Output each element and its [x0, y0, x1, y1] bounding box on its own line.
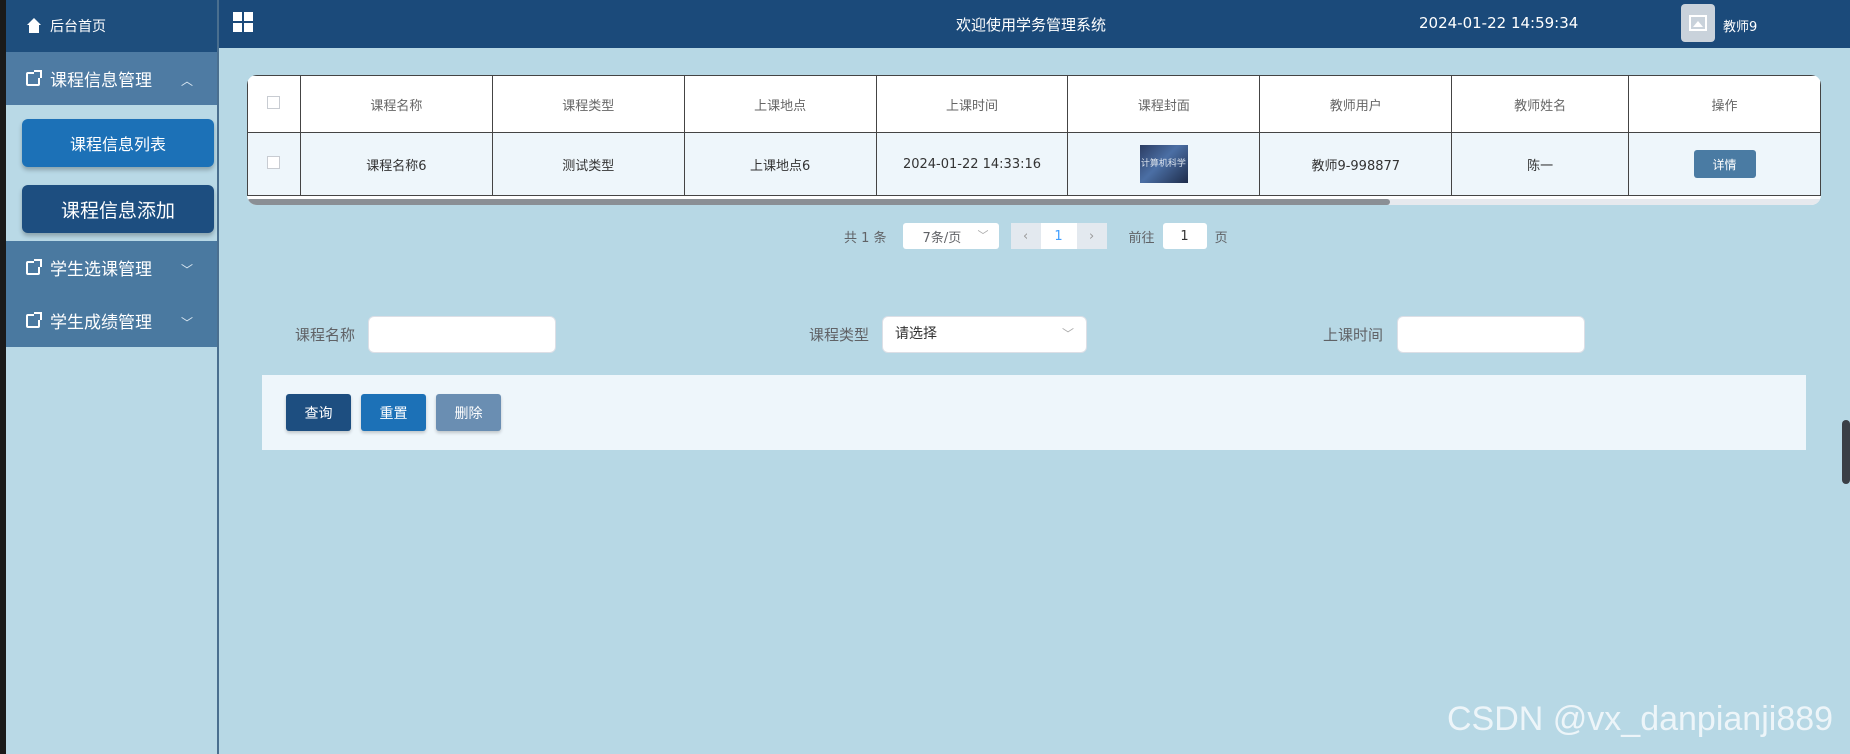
column-header: 操作 — [1628, 75, 1821, 133]
goto-label: 前往 — [1128, 230, 1155, 246]
course-table: 课程名称 课程类型 上课地点 上课时间 课程封面 教师用户 教师姓名 操作 课程… — [247, 75, 1821, 205]
sidebar: 后台首页 课程信息管理 ︿ 课程信息列表 课程信息添加 学生选课管理 ﹀ 学生成… — [6, 0, 219, 754]
delete-button[interactable]: 删除 — [436, 394, 501, 431]
pagination: 共 1 条 7条/页 ﹀ ‹ 1 › 前往 1 页 — [844, 223, 1228, 249]
page-unit-label: 页 — [1214, 230, 1228, 246]
external-link-icon — [26, 311, 42, 328]
home-icon — [26, 18, 42, 34]
table-row: 课程名称6 测试类型 上课地点6 2024-01-22 14:33:16 计算机… — [247, 132, 1821, 196]
prev-page-button[interactable]: ‹ — [1010, 223, 1041, 249]
page-size-value: 7条/页 — [922, 230, 962, 246]
class-time-input[interactable] — [1397, 316, 1585, 353]
sidebar-group-label: 课程信息管理 — [50, 71, 152, 91]
user-name[interactable]: 教师9 — [1723, 16, 1757, 35]
select-all-checkbox[interactable] — [267, 95, 281, 109]
image-placeholder-icon — [1689, 15, 1707, 31]
sidebar-group-label: 学生选课管理 — [50, 260, 152, 280]
scrollbar-thumb[interactable] — [247, 199, 1390, 205]
pagination-total: 共 1 条 — [844, 230, 887, 246]
sidebar-group-course-selection[interactable]: 学生选课管理 ﹀ — [6, 241, 217, 294]
external-link-icon — [26, 69, 42, 86]
column-header: 课程封面 — [1067, 75, 1261, 133]
cell-teacher-user: 教师9-998877 — [1259, 132, 1453, 196]
chevron-down-icon: ﹀ — [180, 263, 193, 277]
select-all-cell[interactable] — [247, 75, 301, 133]
course-type-select[interactable]: 请选择 ﹀ — [882, 316, 1087, 353]
class-time-label: 上课时间 — [1323, 326, 1384, 344]
course-type-placeholder: 请选择 — [895, 326, 937, 342]
watermark: CSDN @vx_danpianji889 — [1447, 700, 1834, 738]
course-type-label: 课程类型 — [809, 326, 870, 344]
external-link-icon — [26, 258, 42, 275]
chevron-down-icon: ﹀ — [977, 229, 989, 242]
chevron-right-icon: › — [1088, 228, 1095, 244]
cell-teacher-name: 陈一 — [1451, 132, 1630, 196]
query-button[interactable]: 查询 — [286, 394, 351, 431]
row-select-cell[interactable] — [247, 132, 301, 196]
page-size-select[interactable]: 7条/页 ﹀ — [902, 223, 999, 249]
cell-cover: 计算机科学 — [1067, 132, 1261, 196]
page-number-current[interactable]: 1 — [1040, 223, 1077, 249]
chevron-left-icon: ‹ — [1022, 228, 1029, 244]
cell-time: 2024-01-22 14:33:16 — [875, 132, 1069, 196]
apps-grid-icon[interactable] — [233, 12, 253, 32]
avatar[interactable] — [1681, 4, 1715, 42]
sidebar-item-course-add[interactable]: 课程信息添加 — [22, 185, 214, 233]
cell-actions: 详情 — [1628, 132, 1821, 196]
reset-button[interactable]: 重置 — [361, 394, 426, 431]
sidebar-home[interactable]: 后台首页 — [6, 0, 217, 52]
detail-button[interactable]: 详情 — [1693, 150, 1756, 178]
horizontal-scrollbar[interactable] — [247, 199, 1821, 205]
cell-location: 上课地点6 — [683, 132, 877, 196]
course-cover-image[interactable]: 计算机科学 — [1139, 145, 1188, 183]
sidebar-home-label: 后台首页 — [50, 19, 106, 35]
next-page-button[interactable]: › — [1076, 223, 1107, 249]
column-header: 课程名称 — [299, 75, 493, 133]
column-header: 教师用户 — [1259, 75, 1453, 133]
sidebar-group-label: 学生成绩管理 — [50, 313, 152, 333]
sidebar-item-course-list[interactable]: 课程信息列表 — [22, 119, 214, 167]
table-header-row: 课程名称 课程类型 上课地点 上课时间 课程封面 教师用户 教师姓名 操作 — [247, 75, 1821, 133]
cell-course-name: 课程名称6 — [299, 132, 493, 196]
action-panel: 查询 重置 删除 — [262, 375, 1806, 450]
chevron-up-icon: ︿ — [180, 74, 193, 88]
goto-page-input[interactable]: 1 — [1162, 223, 1207, 249]
current-datetime: 2024-01-22 14:59:34 — [1419, 14, 1579, 32]
top-header: 欢迎使用学务管理系统 2024-01-22 14:59:34 教师9 — [219, 0, 1850, 48]
column-header: 上课地点 — [683, 75, 877, 133]
sidebar-group-course-info[interactable]: 课程信息管理 ︿ — [6, 52, 217, 105]
column-header: 上课时间 — [875, 75, 1069, 133]
course-name-label: 课程名称 — [295, 326, 356, 344]
course-name-input[interactable] — [368, 316, 556, 353]
row-checkbox[interactable] — [267, 155, 281, 169]
column-header: 课程类型 — [491, 75, 685, 133]
chevron-down-icon: ﹀ — [180, 316, 193, 330]
sidebar-group-grades[interactable]: 学生成绩管理 ﹀ — [6, 294, 217, 347]
chevron-down-icon: ﹀ — [1061, 327, 1074, 341]
system-title: 欢迎使用学务管理系统 — [956, 16, 1107, 34]
vertical-scrollbar[interactable] — [1842, 420, 1850, 484]
column-header: 教师姓名 — [1451, 75, 1630, 133]
cell-course-type: 测试类型 — [491, 132, 685, 196]
sidebar-submenu: 课程信息列表 课程信息添加 — [6, 105, 217, 241]
